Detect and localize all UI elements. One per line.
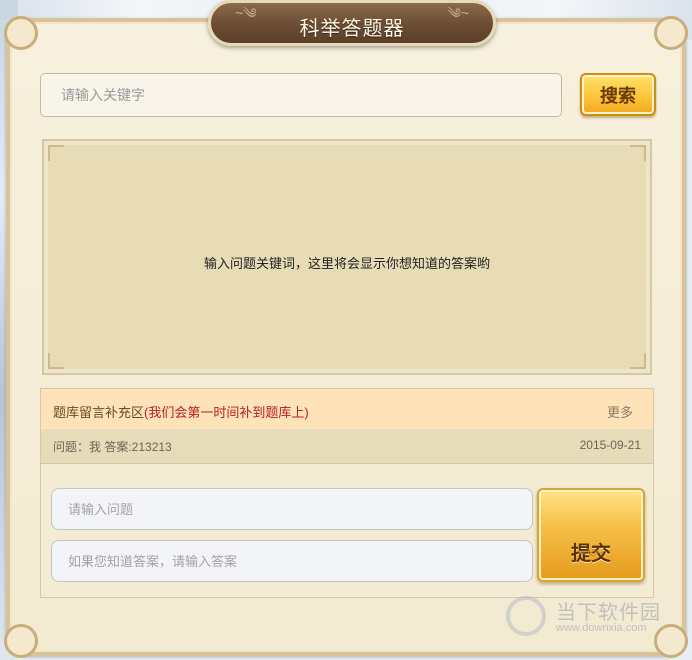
message-board-title: 题库留言补充区(我们会第一时间补到题库上): [53, 402, 309, 421]
submit-button[interactable]: 提交 ~༄~: [537, 488, 645, 582]
question-input[interactable]: [51, 488, 533, 530]
message-board-header: 题库留言补充区(我们会第一时间补到题库上) 更多: [41, 389, 653, 430]
panel-corner-ornament: [630, 353, 646, 369]
message-entry-date: 2015-09-21: [579, 438, 641, 452]
frame-corner-ornament: [654, 16, 688, 50]
frame-corner-ornament: [4, 624, 38, 658]
message-board-note: (我们会第一时间补到题库上): [144, 405, 309, 420]
list-item[interactable]: 问题：我 答案:213213 2015-09-21: [41, 429, 653, 464]
search-input[interactable]: [40, 73, 562, 117]
panel-corner-ornament: [630, 145, 646, 161]
answer-input[interactable]: [51, 540, 533, 582]
more-link[interactable]: 更多: [607, 402, 633, 421]
watermark-name: 当下软件园: [556, 602, 661, 624]
message-board: 题库留言补充区(我们会第一时间补到题库上) 更多 问题：我 答案:213213 …: [40, 388, 654, 598]
message-board-title-text: 题库留言补充区: [53, 405, 145, 420]
frame-corner-ornament: [4, 16, 38, 50]
panel-corner-ornament: [48, 353, 64, 369]
search-button[interactable]: 搜索: [580, 73, 656, 116]
site-watermark: 当下软件园 www.downxia.com: [506, 594, 676, 642]
answer-panel: 输入问题关键词，这里将会显示你想知道的答案哟: [42, 139, 652, 375]
watermark-url: www.downxia.com: [556, 622, 647, 634]
title-banner: ~༄ 科举答题器 ༄~: [208, 0, 496, 46]
panel-corner-ornament: [48, 145, 64, 161]
scroll-ornament-icon: ~༄: [235, 5, 257, 21]
answer-placeholder-text: 输入问题关键词，这里将会显示你想知道的答案哟: [203, 256, 490, 271]
scroll-ornament-icon: ~༄~: [578, 546, 604, 560]
message-entry-text: 问题：我 答案:213213: [53, 440, 172, 454]
scroll-ornament-icon: ༄~: [447, 5, 469, 21]
watermark-logo-icon: [506, 596, 546, 636]
